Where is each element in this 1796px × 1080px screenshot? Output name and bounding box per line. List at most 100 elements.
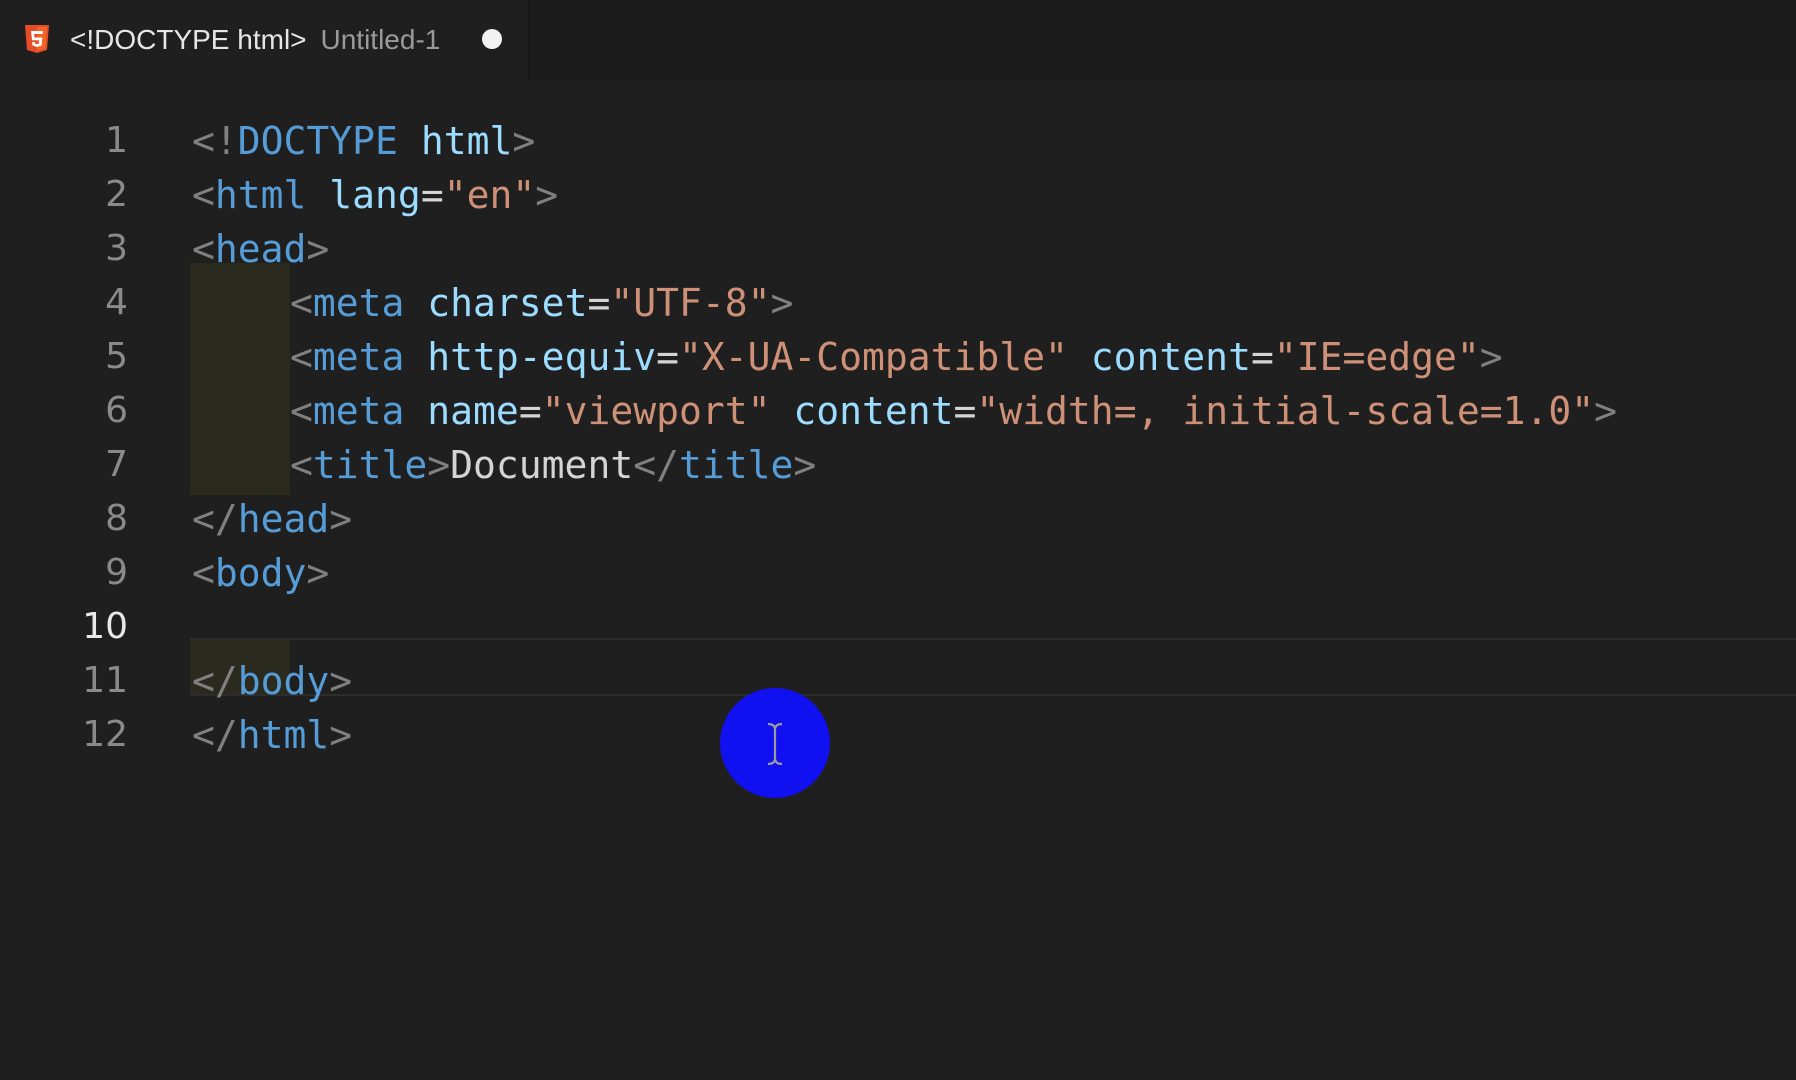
- token-str: "en": [443, 173, 536, 217]
- token-text: =: [953, 389, 977, 433]
- token-punct: >: [329, 659, 353, 703]
- token-text: Document: [450, 443, 634, 487]
- code-line[interactable]: 8 </head>: [0, 488, 1796, 550]
- line-number: 6: [105, 390, 128, 431]
- token-text: =: [518, 389, 542, 433]
- line-code: <title>Document</title>: [290, 434, 816, 496]
- token-punct: <: [192, 551, 215, 595]
- token-text: =: [587, 281, 611, 325]
- token-tag: title: [678, 443, 794, 487]
- line-code: </head>: [192, 488, 352, 550]
- token-tag: html: [214, 173, 307, 217]
- token-attr: html: [420, 119, 513, 163]
- token-tag: DOCTYPE: [237, 119, 398, 163]
- line-number: 2: [105, 174, 128, 215]
- tab-bar: <!DOCTYPE html> Untitled-1: [0, 0, 1796, 80]
- token-str: "viewport": [541, 389, 771, 433]
- token-str: "IE=edge": [1273, 335, 1480, 379]
- line-number: 10: [82, 606, 128, 647]
- line-number: 4: [105, 282, 128, 323]
- token-punct: >: [1479, 335, 1503, 379]
- editor-tab-untitled-1[interactable]: <!DOCTYPE html> Untitled-1: [0, 0, 529, 80]
- code-line[interactable]: 3 <head>: [0, 218, 1796, 280]
- line-code: </html>: [192, 704, 352, 766]
- line-code: <body>: [192, 542, 329, 604]
- line-number: 1: [105, 120, 128, 161]
- token-tag: meta: [312, 335, 405, 379]
- code-line[interactable]: 1 <!DOCTYPE html>: [0, 110, 1796, 172]
- code-line[interactable]: 9 <body>: [0, 542, 1796, 604]
- token-punct: <!: [192, 119, 238, 163]
- token-punct: >: [306, 551, 330, 595]
- token-tag: html: [237, 713, 330, 757]
- token-punct: >: [793, 443, 817, 487]
- code-line[interactable]: 5 <meta http-equiv="X-UA-Compatible" cont…: [0, 326, 1796, 388]
- line-code: <meta charset="UTF-8">: [290, 272, 793, 334]
- code-line[interactable]: 7 <title>Document</title>: [0, 434, 1796, 496]
- code-line[interactable]: 2 <html lang="en">: [0, 164, 1796, 226]
- code-line[interactable]: 6 <meta name="viewport" content="width=, …: [0, 380, 1796, 442]
- token-tag: head: [237, 497, 330, 541]
- token-punct: <: [192, 227, 215, 271]
- token-text: =: [656, 335, 679, 379]
- token-tag: title: [312, 443, 428, 487]
- token-punct: >: [329, 497, 353, 541]
- token-punct: </: [633, 443, 679, 487]
- tab-title: <!DOCTYPE html>: [70, 24, 307, 55]
- token-punct: >: [306, 227, 330, 271]
- tab-description: Untitled-1: [320, 24, 441, 55]
- token-attr: lang: [329, 173, 421, 217]
- unsaved-dot-icon[interactable]: [482, 29, 502, 49]
- text-cursor-icon: [767, 722, 783, 766]
- token-punct: <: [192, 173, 215, 217]
- html5-icon: [25, 25, 49, 53]
- code-line[interactable]: 11 </body>: [0, 650, 1796, 712]
- token-attr: name: [427, 389, 519, 433]
- line-number: 5: [105, 336, 128, 377]
- line-code: <meta http-equiv="X-UA-Compatible" conte…: [290, 326, 1503, 388]
- token-str: "width=, initial-scale=1.0": [976, 389, 1595, 433]
- token-attr: http-equiv: [427, 335, 657, 379]
- token-punct: >: [512, 119, 536, 163]
- line-number: 3: [105, 228, 128, 269]
- token-punct: >: [770, 281, 794, 325]
- token-punct: >: [535, 173, 559, 217]
- line-number: 7: [105, 444, 128, 485]
- line-number: 8: [105, 498, 128, 539]
- token-attr: content: [793, 389, 954, 433]
- token-str: "UTF-8": [610, 281, 771, 325]
- token-punct: <: [290, 443, 313, 487]
- code-line[interactable]: 10: [0, 596, 1796, 658]
- token-punct: <: [290, 281, 313, 325]
- line-code: <html lang="en">: [192, 164, 558, 226]
- token-punct: >: [329, 713, 353, 757]
- token-tag: body: [237, 659, 330, 703]
- token-punct: <: [290, 335, 313, 379]
- token-tag: body: [214, 551, 307, 595]
- token-tag: head: [214, 227, 307, 271]
- line-number: 9: [105, 552, 128, 593]
- token-punct: </: [192, 713, 238, 757]
- token-punct: >: [1594, 389, 1618, 433]
- token-punct: >: [427, 443, 451, 487]
- token-str: "X-UA-Compatible": [678, 335, 1068, 379]
- code-line[interactable]: 4 <meta charset="UTF-8">: [0, 272, 1796, 334]
- line-code: <head>: [192, 218, 329, 280]
- code-line[interactable]: 12 </html>: [0, 704, 1796, 766]
- line-number: 11: [82, 660, 128, 701]
- token-text: =: [420, 173, 444, 217]
- token-punct: </: [192, 497, 238, 541]
- token-attr: content: [1090, 335, 1251, 379]
- token-tag: meta: [312, 389, 405, 433]
- token-text: =: [1250, 335, 1274, 379]
- token-punct: </: [192, 659, 238, 703]
- code-editor[interactable]: 1 <!DOCTYPE html> 2 <html lang="en"> 3 <head>…: [0, 80, 1796, 1080]
- line-code: </body>: [192, 650, 352, 712]
- tab-label: <!DOCTYPE html> Untitled-1: [70, 22, 440, 58]
- line-number: 12: [82, 714, 128, 755]
